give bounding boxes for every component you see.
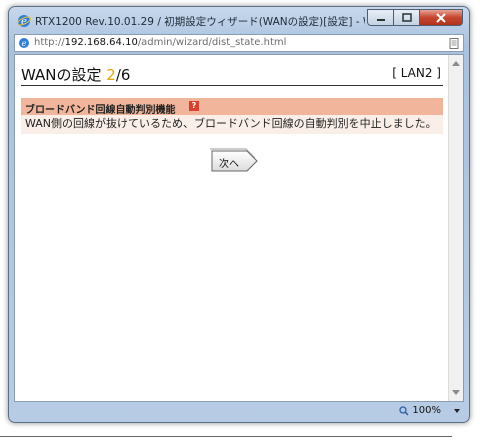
page-title-text: WANの設定 bbox=[21, 66, 107, 84]
status-bar: 100% bbox=[14, 403, 464, 419]
minimize-button[interactable] bbox=[367, 9, 393, 26]
address-bar[interactable]: e http://192.168.64.10/admin/wizard/dist… bbox=[14, 34, 464, 52]
close-icon bbox=[436, 12, 446, 23]
section-message: WAN側の回線が抜けているため、ブロードバンド回線の自動判別を中止しました。 bbox=[21, 115, 443, 134]
section-header: ブロードバンド回線自動判別機能 ? bbox=[21, 98, 443, 116]
step-current: 2 bbox=[106, 66, 116, 84]
close-button[interactable] bbox=[419, 9, 463, 26]
maximize-icon bbox=[401, 13, 412, 22]
page-header: WANの設定 2/6 [ LAN2 ] bbox=[21, 63, 443, 86]
ie-icon: e bbox=[17, 15, 31, 28]
url-path: /admin/wizard/dist_state.html bbox=[137, 37, 287, 48]
wizard-panel: WANの設定 2/6 [ LAN2 ] ブロードバンド回線自動判別機能 ? WA… bbox=[21, 63, 443, 176]
scroll-down-icon[interactable] bbox=[452, 390, 460, 395]
svg-text:e: e bbox=[22, 39, 27, 48]
help-icon[interactable]: ? bbox=[189, 101, 199, 111]
page-title: WANの設定 2/6 bbox=[21, 64, 130, 85]
url-host: 192.168.64.10 bbox=[64, 37, 138, 48]
scroll-up-icon[interactable] bbox=[452, 61, 460, 66]
page-ie-icon: e bbox=[19, 38, 29, 48]
next-button[interactable]: 次へ bbox=[209, 148, 259, 174]
browser-window: e RTX1200 Rev.10.01.29 / 初期設定ウィザード(WANの設… bbox=[8, 6, 470, 423]
url-prefix: http:// bbox=[34, 37, 65, 48]
section-title: ブロードバンド回線自動判別機能 bbox=[25, 105, 176, 116]
vertical-scrollbar[interactable] bbox=[448, 55, 463, 401]
divider-line bbox=[0, 436, 452, 437]
zoom-control[interactable]: 100% bbox=[399, 405, 460, 416]
lan-label: [ LAN2 ] bbox=[392, 66, 441, 80]
maximize-button[interactable] bbox=[393, 9, 419, 26]
button-row: 次へ bbox=[21, 148, 443, 176]
zoom-level: 100% bbox=[412, 405, 441, 416]
window-title: RTX1200 Rev.10.01.29 / 初期設定ウィザード(WANの設定)… bbox=[35, 16, 365, 28]
broadband-detect-section: ブロードバンド回線自動判別機能 ? WAN側の回線が抜けているため、ブロードバン… bbox=[21, 98, 443, 134]
url-text: http://192.168.64.10/admin/wizard/dist_s… bbox=[34, 37, 286, 48]
minimize-icon bbox=[376, 18, 385, 21]
step-total: /6 bbox=[115, 66, 131, 84]
zoom-dropdown-icon[interactable] bbox=[454, 408, 460, 413]
title-bar[interactable]: e RTX1200 Rev.10.01.29 / 初期設定ウィザード(WANの設… bbox=[9, 7, 469, 34]
page-content: WANの設定 2/6 [ LAN2 ] ブロードバンド回線自動判別機能 ? WA… bbox=[14, 54, 464, 402]
document-icon[interactable] bbox=[449, 38, 459, 49]
next-button-label: 次へ bbox=[219, 159, 239, 170]
zoom-icon bbox=[399, 405, 409, 416]
caption-buttons bbox=[367, 9, 463, 27]
